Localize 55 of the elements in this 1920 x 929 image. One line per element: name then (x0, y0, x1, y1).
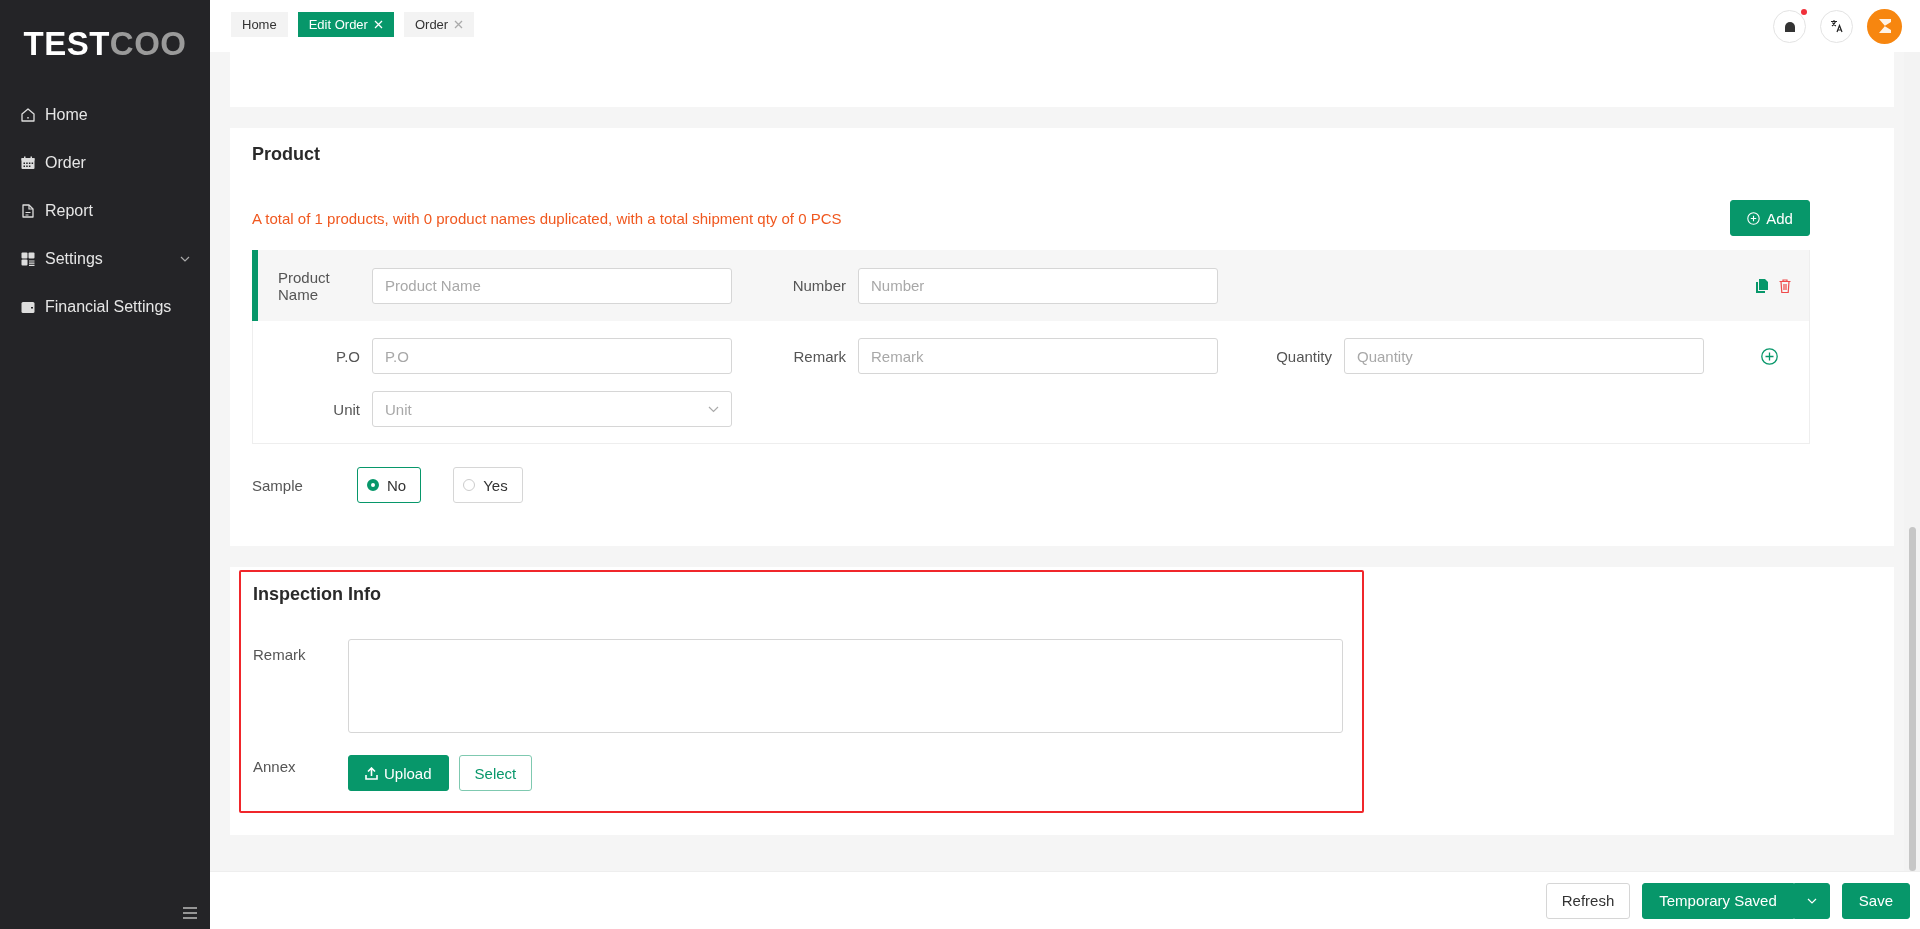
chevron-down-icon (1806, 897, 1817, 904)
input-field[interactable]: P.O (372, 338, 732, 374)
radio-button[interactable]: Yes (453, 467, 523, 503)
plus-circle-icon (1747, 211, 1761, 225)
wallet-icon (20, 299, 36, 315)
field-label: Quantity (1275, 347, 1333, 365)
temporary-save-button[interactable]: Temporary Saved (1642, 882, 1794, 919)
refresh-button[interactable]: Refresh (1545, 882, 1631, 919)
copy-icon[interactable] (1756, 278, 1768, 293)
close-icon[interactable] (454, 19, 464, 29)
input-field[interactable]: Number (858, 267, 1218, 304)
trash-icon[interactable] (1779, 278, 1791, 293)
field-label: Remark (253, 645, 307, 663)
field-label: Product Name (277, 268, 331, 303)
field-label: Number (791, 277, 847, 294)
calendar-icon (20, 155, 36, 171)
menu-item[interactable]: Settings (0, 235, 210, 283)
menu-item[interactable]: Financial Settings (0, 283, 210, 331)
menu-item[interactable]: Report (0, 187, 210, 235)
section-title: Product (252, 143, 321, 166)
translate-button[interactable] (1820, 9, 1853, 43)
avatar[interactable] (1867, 8, 1902, 44)
home-icon (20, 107, 36, 123)
add-button[interactable]: Add (1730, 200, 1810, 236)
document-icon (20, 203, 36, 219)
input-field[interactable]: Product Name (372, 267, 732, 304)
translate-icon (1829, 19, 1844, 33)
input-field[interactable]: Quantity (1344, 338, 1704, 374)
upload-icon (365, 766, 378, 780)
field-label: Unit (332, 400, 361, 418)
field-label: Sample (252, 476, 304, 494)
select-button[interactable]: Select (458, 755, 533, 791)
tab[interactable]: Order (403, 11, 475, 37)
notification-button[interactable] (1773, 9, 1806, 43)
field-label: P.O (335, 347, 361, 365)
summary-text: A total of 1 products, with 0 product names duplicated, with a total shipment qty of 0 PCS (252, 209, 842, 227)
field-label: Annex (253, 757, 297, 775)
dropdown-button[interactable] (1793, 882, 1830, 919)
scrollbar-thumb[interactable] (1909, 527, 1916, 871)
input-field[interactable]: Remark (858, 338, 1218, 374)
grid-icon (20, 251, 36, 267)
chevron-down-icon (708, 405, 719, 413)
menu-item[interactable]: Order (0, 139, 210, 187)
field-label: Remark (792, 347, 847, 365)
menu-icon[interactable] (183, 907, 197, 919)
upload-button[interactable]: Upload (348, 755, 449, 791)
tab[interactable]: Home (231, 11, 288, 37)
logo: TESTCOO (22, 24, 188, 64)
bell-icon (1783, 20, 1796, 32)
section-title: Inspection Info (253, 583, 382, 606)
radio-button[interactable]: No (357, 467, 422, 503)
plus-circle-icon[interactable] (1761, 348, 1778, 365)
menu-item[interactable]: Home (0, 91, 210, 139)
save-button[interactable]: Save (1841, 882, 1910, 919)
tab[interactable]: Edit Order (297, 11, 394, 37)
